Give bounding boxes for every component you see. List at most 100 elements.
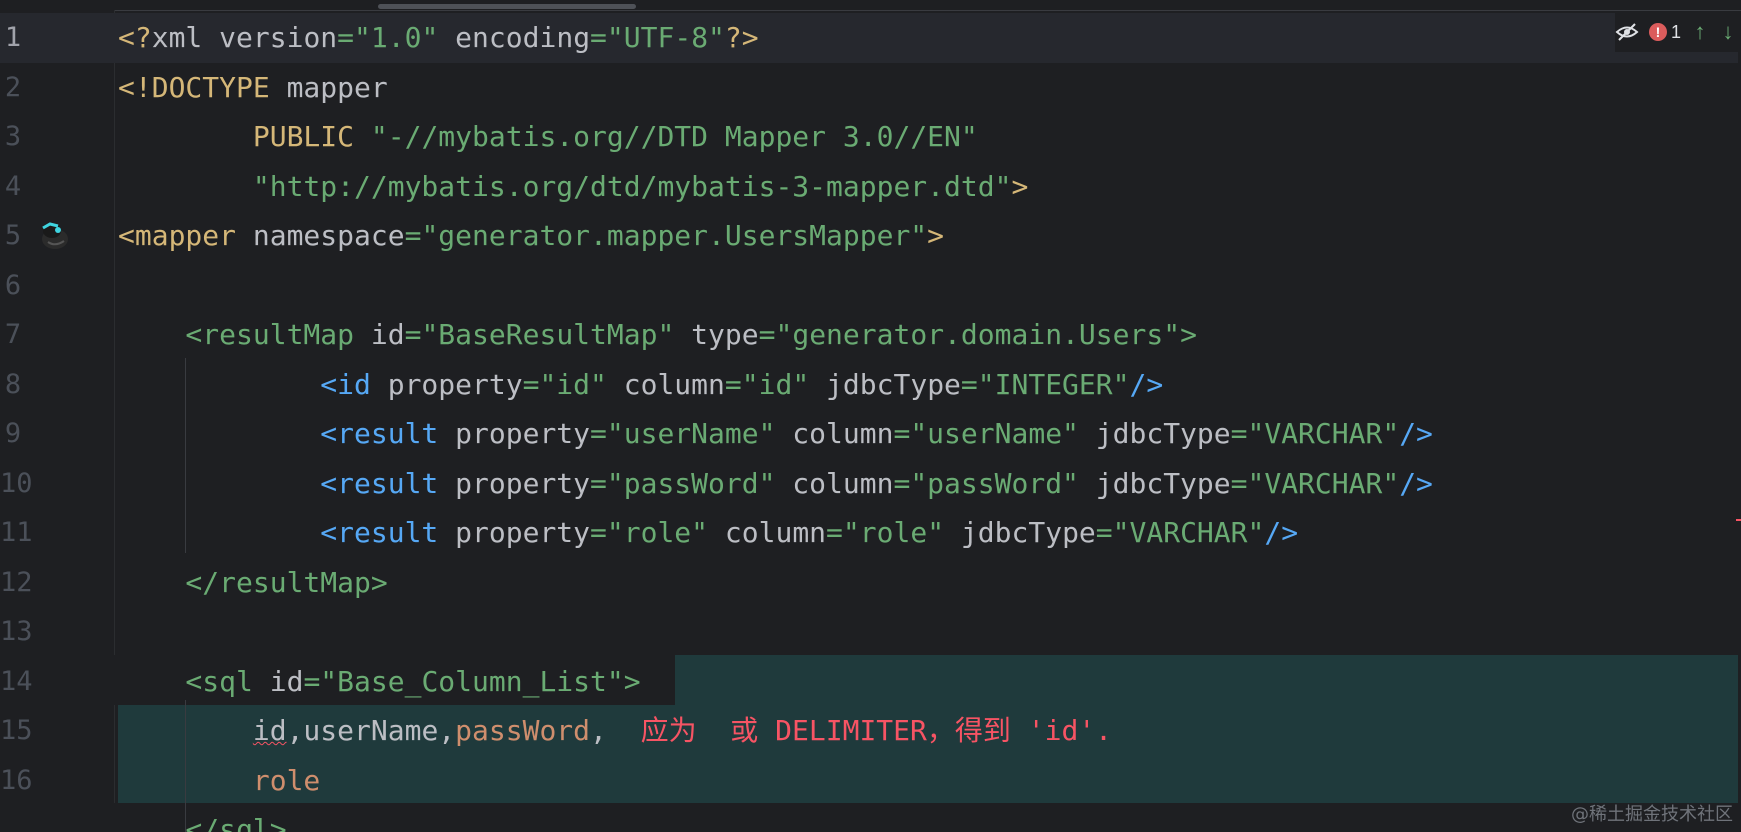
line-number: 1 [4, 22, 22, 53]
token: "role" [842, 516, 945, 549]
inspection-widget[interactable]: ! 1 ↑ ↓ [1614, 12, 1741, 52]
token: id [269, 664, 304, 698]
line-number: 8 [4, 368, 22, 400]
code-text[interactable]: <resultMap id="BaseResultMap" type="gene… [118, 310, 1197, 360]
token: property [387, 367, 523, 401]
token: type [674, 318, 759, 351]
token: jdbcType [944, 516, 1096, 549]
token: "-//mybatis.org//DTD Mapper 3.0//EN" [370, 120, 978, 153]
token: > [1180, 318, 1197, 351]
next-highlight-arrow-icon[interactable]: ↓ [1719, 19, 1737, 45]
code-line[interactable]: 3 PUBLIC "-//mybatis.org//DTD Mapper 3.0… [0, 112, 1741, 162]
code-text[interactable]: </sql> [118, 805, 287, 832]
token: > [1011, 169, 1029, 203]
error-stripe-mark[interactable] [1736, 519, 1741, 521]
token: = [590, 466, 607, 500]
code-text[interactable]: PUBLIC "-//mybatis.org//DTD Mapper 3.0//… [118, 112, 978, 162]
code-line[interactable]: </sql> [0, 805, 1741, 832]
token: > [927, 219, 945, 252]
token: property [455, 417, 591, 450]
code-text[interactable]: <result property="passWord" column="pass… [118, 459, 1433, 509]
code-line[interactable]: 6 [0, 261, 1741, 311]
token: "Base_Column_List" [320, 664, 624, 698]
token: <result [118, 466, 456, 500]
code-line[interactable]: 14 <sql id="Base_Column_List"> [0, 657, 1741, 707]
code-editor[interactable]: 1 <?xml version="1.0" encoding="UTF-8"?>… [0, 0, 1741, 832]
code-line[interactable]: 10 <result property="passWord" column="p… [0, 459, 1741, 509]
code-line[interactable]: 12 </resultMap> [0, 558, 1741, 608]
line-number: 16 [0, 764, 33, 796]
token: jdbcType [809, 367, 961, 401]
token: = [404, 219, 422, 252]
token: </sql> [118, 813, 287, 832]
token: <? [118, 21, 152, 54]
token: "id" [741, 367, 810, 401]
token: = [590, 21, 607, 54]
code-line[interactable]: 11 <result property="role" column="role"… [0, 508, 1741, 558]
line-number: 9 [4, 418, 22, 449]
code-line[interactable]: 8 <id property="id" column="id" jdbcType… [0, 360, 1741, 410]
code-text[interactable]: role [118, 756, 320, 806]
previous-highlight-arrow-icon[interactable]: ↑ [1691, 19, 1709, 45]
token: = [826, 516, 843, 549]
token: "1.0" [354, 21, 439, 54]
token: = [590, 516, 607, 549]
code-text[interactable]: <id property="id" column="id" jdbcType="… [118, 360, 1163, 410]
line-number: 11 [0, 517, 33, 548]
watermark: @稀土掘金技术社区 [1571, 804, 1733, 825]
token: role [252, 763, 321, 797]
line-number: 5 [4, 220, 22, 251]
token: "passWord" [910, 466, 1079, 500]
token: <mapper [118, 219, 253, 252]
token: <id [118, 367, 388, 401]
error-token[interactable]: id [253, 714, 287, 747]
code-text[interactable]: <sql id="Base_Column_List"> [118, 657, 640, 707]
code-line[interactable]: 7 <resultMap id="BaseResultMap" type="ge… [0, 310, 1741, 360]
code-line[interactable]: 5 <mapper namespace="generator.mapper.Us… [0, 211, 1741, 261]
token: , [590, 714, 641, 747]
token: property [455, 516, 591, 549]
code-text[interactable]: <result property="role" column="role" jd… [118, 508, 1298, 558]
inline-error-hint: 应为 或 DELIMITER，得到 'id'. [640, 714, 1113, 747]
code-line[interactable]: 2 <!DOCTYPE mapper [0, 63, 1741, 113]
line-number: 2 [4, 71, 22, 103]
mybatis-bird-icon[interactable] [38, 220, 72, 250]
code-line[interactable]: 4 "http://mybatis.org/dtd/mybatis-3-mapp… [0, 162, 1741, 212]
code-text[interactable]: id,userName,passWord, 应为 或 DELIMITER，得到 … [118, 706, 1112, 756]
token: <!DOCTYPE [118, 70, 287, 104]
token: column [708, 516, 827, 549]
token: /> [1399, 417, 1433, 450]
token: = [1230, 417, 1248, 450]
code-line[interactable]: 16 role [0, 756, 1741, 806]
token: /> [1399, 466, 1433, 500]
eye-crossed-icon[interactable] [1615, 20, 1639, 44]
token: version [219, 21, 338, 54]
token: "userName" [606, 417, 776, 450]
token: mapper [286, 70, 388, 104]
code-text[interactable]: <mapper namespace="generator.mapper.User… [118, 211, 944, 261]
token: <result [118, 417, 456, 450]
code-text[interactable]: <!DOCTYPE mapper [118, 63, 388, 113]
code-line[interactable]: 15 id,userName,passWord, 应为 或 DELIMITER，… [0, 706, 1741, 756]
token: = [724, 367, 742, 401]
horizontal-scrollbar[interactable] [378, 4, 636, 9]
code-text[interactable]: "http://mybatis.org/dtd/mybatis-3-mapper… [118, 162, 1028, 212]
token: = [590, 417, 607, 450]
code-text[interactable]: </resultMap> [118, 558, 387, 608]
token: <result [118, 516, 456, 549]
token: = [758, 318, 776, 351]
code-line[interactable]: 13 [0, 607, 1741, 657]
error-circle-icon: ! [1648, 23, 1667, 41]
code-line[interactable]: 1 <?xml version="1.0" encoding="UTF-8"?> [0, 13, 1741, 63]
code-text[interactable]: <?xml version="1.0" encoding="UTF-8"?> [118, 13, 759, 63]
token: = [303, 664, 321, 698]
error-counter[interactable]: ! 1 [1648, 22, 1681, 43]
token: property [455, 466, 591, 500]
token: "UTF-8" [606, 21, 725, 54]
line-number: 6 [4, 269, 22, 301]
code-text[interactable]: <result property="userName" column="user… [118, 409, 1433, 459]
code-line[interactable]: 9 <result property="userName" column="us… [0, 409, 1741, 459]
token: = [337, 21, 355, 54]
